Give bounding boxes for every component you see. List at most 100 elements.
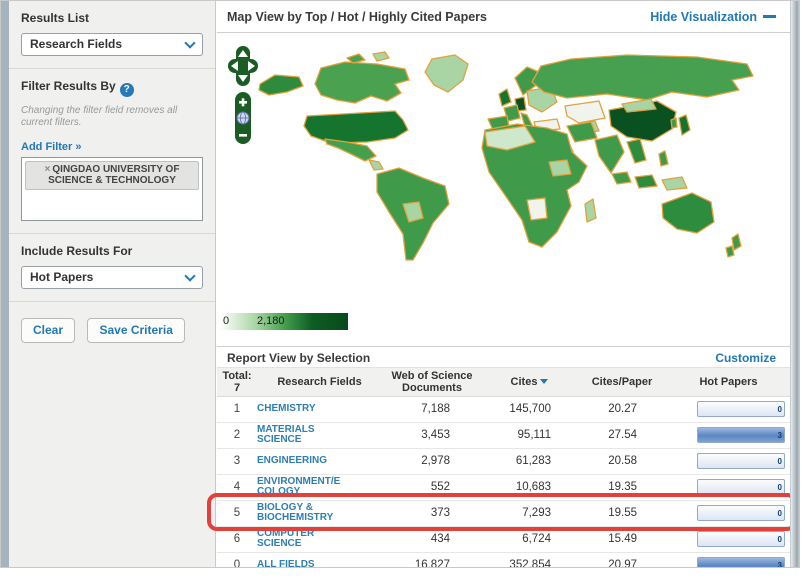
row-rank: 4 xyxy=(217,474,257,500)
window-edge-strip xyxy=(1,1,9,567)
cites-per-paper-value: 20.58 xyxy=(577,448,667,474)
remove-filter-icon[interactable]: × xyxy=(45,164,51,175)
column-header-cites-per-paper[interactable]: Cites/Paper xyxy=(577,368,667,396)
zoom-out-icon xyxy=(239,134,247,137)
filter-section: Filter Results By? Changing the filter f… xyxy=(9,69,215,234)
legend-min-value: 0 xyxy=(223,315,229,327)
hot-papers-bar: 0 xyxy=(697,401,785,417)
web-of-science-documents: 434 xyxy=(382,526,482,552)
cites-value: 6,724 xyxy=(482,526,577,552)
hot-papers-bar: 3 xyxy=(697,427,785,443)
row-rank: 5 xyxy=(217,500,257,526)
filter-chip[interactable]: ×QINGDAO UNIVERSITY OF SCIENCE & TECHNOL… xyxy=(25,161,199,190)
cites-per-paper-value: 19.55 xyxy=(577,500,667,526)
cites-value: 7,293 xyxy=(482,500,577,526)
map-navigation-controls xyxy=(226,46,260,172)
filter-note: Changing the filter field removes all cu… xyxy=(21,105,203,129)
map-view-title: Map View by Top / Hot / Highly Cited Pap… xyxy=(227,10,487,24)
column-header-research-fields[interactable]: Research Fields xyxy=(257,368,382,396)
sort-desc-icon xyxy=(540,379,548,384)
column-header-cites[interactable]: Cites xyxy=(482,368,577,396)
web-of-science-documents: 373 xyxy=(382,500,482,526)
hot-papers-value: 3 xyxy=(778,561,782,568)
clear-button[interactable]: Clear xyxy=(21,318,75,343)
hot-papers-bar: 3 xyxy=(697,557,785,568)
cites-per-paper-value: 27.54 xyxy=(577,422,667,448)
cites-value: 352,854 xyxy=(482,552,577,568)
hot-papers-bar-fill xyxy=(698,428,784,442)
cites-value: 95,111 xyxy=(482,422,577,448)
main-content: Map View by Top / Hot / Highly Cited Pap… xyxy=(217,1,790,567)
results-list-label: Results List xyxy=(21,11,203,25)
customize-link[interactable]: Customize xyxy=(715,351,776,365)
legend-max-value: 2,180 xyxy=(257,315,285,327)
table-row: 2MATERIALS SCIENCE 3,45395,11127.54 3 xyxy=(217,422,790,448)
hot-papers-bar: 0 xyxy=(697,505,785,521)
hot-papers-bar: 0 xyxy=(697,531,785,547)
research-field-link[interactable]: BIOLOGY & BIOCHEMISTRY xyxy=(257,502,333,523)
visualization-header: Map View by Top / Hot / Highly Cited Pap… xyxy=(217,1,790,33)
web-of-science-documents: 7,188 xyxy=(382,396,482,422)
include-results-value: Hot Papers xyxy=(30,270,93,284)
column-header-hot-papers[interactable]: Hot Papers xyxy=(667,368,790,396)
hot-papers-value: 0 xyxy=(778,535,782,545)
active-filters-box: ×QINGDAO UNIVERSITY OF SCIENCE & TECHNOL… xyxy=(21,157,203,221)
pan-control xyxy=(228,46,258,86)
research-field-link[interactable]: COMPUTER SCIENCE xyxy=(257,528,314,549)
world-map-area: 0 2,180 xyxy=(217,33,790,346)
table-row: 3ENGINEERING2,97861,28320.580 xyxy=(217,448,790,474)
add-filter-link[interactable]: Add Filter » xyxy=(21,141,82,153)
research-field-link[interactable]: ALL FIELDS xyxy=(257,559,315,568)
row-rank: 2 xyxy=(217,422,257,448)
results-list-value: Research Fields xyxy=(30,37,122,51)
include-results-select[interactable]: Hot Papers xyxy=(21,266,203,289)
table-row: 1CHEMISTRY7,188145,70020.270 xyxy=(217,396,790,422)
web-of-science-documents: 3,453 xyxy=(382,422,482,448)
esi-results-page: Results List Research Fields Filter Resu… xyxy=(0,0,800,568)
minus-icon xyxy=(763,15,776,18)
column-header-documents[interactable]: Web of Science Documents xyxy=(382,368,482,396)
web-of-science-documents: 16,827 xyxy=(382,552,482,568)
table-row: 4ENVIRONMENT/E COLOGY 55210,68319.35 0 xyxy=(217,474,790,500)
hot-papers-value: 0 xyxy=(778,405,782,415)
zoom-control xyxy=(235,92,251,144)
hot-papers-value: 3 xyxy=(778,431,782,441)
research-field-link[interactable]: ENVIRONMENT/E COLOGY xyxy=(257,476,340,497)
row-rank: 1 xyxy=(217,396,257,422)
hot-papers-value: 0 xyxy=(778,457,782,467)
save-criteria-button[interactable]: Save Criteria xyxy=(87,318,184,343)
cites-per-paper-value: 20.97 xyxy=(577,552,667,568)
chevron-down-icon xyxy=(184,270,195,281)
include-results-section: Include Results For Hot Papers xyxy=(9,234,215,302)
report-table: Total: 7 Research Fields Web of Science … xyxy=(217,368,790,568)
cites-per-paper-value: 20.27 xyxy=(577,396,667,422)
web-of-science-documents: 2,978 xyxy=(382,448,482,474)
table-row: 6COMPUTER SCIENCE4346,72415.490 xyxy=(217,526,790,552)
results-list-section: Results List Research Fields xyxy=(9,1,215,69)
question-icon[interactable]: ? xyxy=(120,83,134,97)
chevron-down-icon xyxy=(184,37,195,48)
report-view-title: Report View by Selection xyxy=(227,351,370,365)
row-rank: 6 xyxy=(217,526,257,552)
report-table-body: 1CHEMISTRY7,188145,70020.2702MATERIALS S… xyxy=(217,396,790,568)
criteria-buttons-section: Clear Save Criteria xyxy=(9,302,215,355)
research-field-link[interactable]: MATERIALS SCIENCE xyxy=(257,424,315,445)
hot-papers-bar: 0 xyxy=(697,479,785,495)
research-field-link[interactable]: CHEMISTRY xyxy=(257,403,316,414)
results-list-select[interactable]: Research Fields xyxy=(21,33,203,56)
hot-papers-value: 0 xyxy=(778,509,782,519)
cites-per-paper-value: 19.35 xyxy=(577,474,667,500)
sidebar: Results List Research Fields Filter Resu… xyxy=(9,1,216,567)
cites-value: 10,683 xyxy=(482,474,577,500)
hot-papers-value: 0 xyxy=(778,483,782,493)
report-view-header: Report View by Selection Customize xyxy=(217,346,790,368)
hide-visualization-link[interactable]: Hide Visualization xyxy=(650,10,776,24)
research-field-link[interactable]: ENGINEERING xyxy=(257,455,327,466)
hot-papers-bar-fill xyxy=(698,558,784,568)
vertical-scrollbar[interactable] xyxy=(790,1,800,567)
web-of-science-documents: 552 xyxy=(382,474,482,500)
map-color-legend: 0 2,180 xyxy=(220,313,348,330)
table-header-row: Total: 7 Research Fields Web of Science … xyxy=(217,368,790,396)
choropleth-world-map[interactable] xyxy=(227,42,787,307)
cites-value: 61,283 xyxy=(482,448,577,474)
